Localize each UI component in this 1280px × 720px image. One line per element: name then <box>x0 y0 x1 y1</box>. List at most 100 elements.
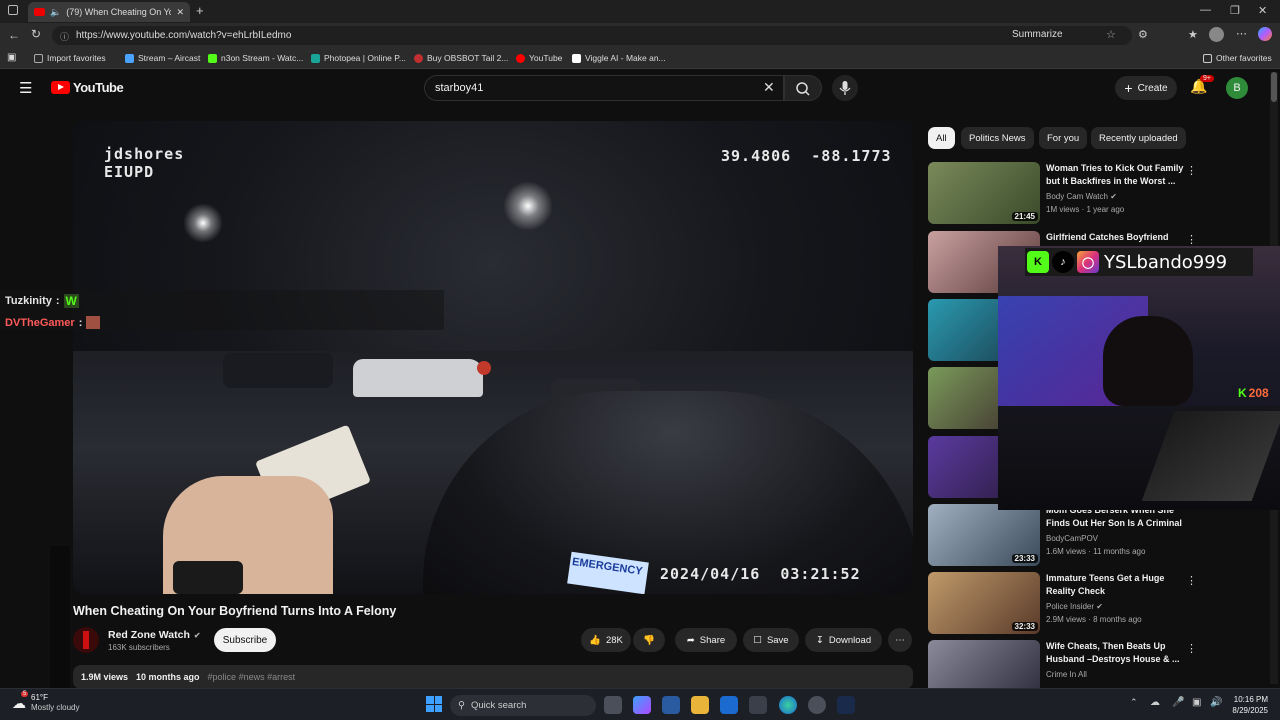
recommended-title[interactable]: Wife Cheats, Then Beats Up Husband –Dest… <box>1046 640 1186 666</box>
chip-all[interactable]: All <box>928 127 955 149</box>
back-icon[interactable]: ← <box>8 28 20 42</box>
favorite-aircast[interactable]: Stream – Aircast <box>125 53 200 63</box>
chip-recently-uploaded[interactable]: Recently uploaded <box>1091 127 1186 149</box>
streetlight-glow <box>503 181 553 231</box>
hashtags[interactable]: #police #news #arrest <box>208 672 296 682</box>
favorite-youtube[interactable]: YouTube <box>516 53 562 63</box>
more-vertical-icon[interactable]: ⋮ <box>1186 642 1197 655</box>
profile-avatar[interactable] <box>1209 27 1224 42</box>
favorite-n3on[interactable]: n3on Stream - Watc... <box>208 53 303 63</box>
more-vertical-icon[interactable]: ⋮ <box>1186 574 1197 587</box>
close-window-icon[interactable]: ✕ <box>1258 4 1267 17</box>
search-input[interactable]: starboy41 ✕ <box>424 75 784 101</box>
favorites-icon[interactable]: ★ <box>1188 28 1198 41</box>
hamburger-menu-icon[interactable]: ☰ <box>19 79 32 97</box>
recommended-meta: 1M views · 1 year ago <box>1046 205 1125 214</box>
app-icon[interactable] <box>749 696 767 714</box>
favorites-bar: ▣ Import favorites Stream – Aircast n3on… <box>0 48 1280 69</box>
share-button[interactable]: ➦ Share <box>675 628 737 652</box>
create-button[interactable]: + Create <box>1115 76 1177 100</box>
onedrive-icon[interactable]: ☁ <box>1150 697 1160 708</box>
voice-search-button[interactable] <box>832 75 858 101</box>
steam-icon[interactable] <box>837 696 855 714</box>
channel-name[interactable]: Red Zone Watch ✔ <box>108 629 201 641</box>
scrollbar-thumb[interactable] <box>1271 72 1277 102</box>
recommended-video[interactable]: 23:33 Mom Goes Berserk When She Finds Ou… <box>928 504 1268 566</box>
recommended-video[interactable]: 21:45 Woman Tries to Kick Out Family but… <box>928 162 1268 224</box>
store-icon[interactable] <box>662 696 680 714</box>
save-button[interactable]: ☐ Save <box>743 628 799 652</box>
recommended-video[interactable]: 32:33 Immature Teens Get a Huge Reality … <box>928 572 1268 634</box>
recommended-title[interactable]: Girlfriend Catches Boyfriend <box>1046 231 1186 244</box>
download-button[interactable]: ↧ Download <box>805 628 882 652</box>
minimize-icon[interactable]: — <box>1200 4 1211 16</box>
task-view-icon[interactable] <box>604 696 622 714</box>
recommended-title[interactable]: Woman Tries to Kick Out Family but It Ba… <box>1046 162 1186 188</box>
more-actions-button[interactable]: ⋯ <box>888 628 912 652</box>
favorite-import[interactable]: Import favorites <box>34 53 106 63</box>
collections-icon[interactable]: ▣ <box>7 52 16 63</box>
tray-chevron-icon[interactable]: ⌃ <box>1130 697 1138 708</box>
volume-icon[interactable]: 🔊 <box>1210 697 1222 708</box>
notifications-button[interactable]: 🔔 9+ <box>1190 75 1214 96</box>
description-box[interactable]: 1.9M views 10 months ago #police #news #… <box>73 665 913 689</box>
recommended-meta: 1.6M views · 11 months ago <box>1046 547 1146 556</box>
clear-search-icon[interactable]: ✕ <box>763 79 775 96</box>
kick-icon: K <box>1027 251 1049 273</box>
maximize-icon[interactable]: ❐ <box>1230 4 1240 17</box>
taskbar-search[interactable]: ⚲ Quick search <box>450 695 596 716</box>
url-field[interactable]: ⓘ https://www.youtube.com/watch?v=ehLrbI… <box>52 26 1132 45</box>
chip-politics-news[interactable]: Politics News <box>961 127 1034 149</box>
outlook-icon[interactable] <box>720 696 738 714</box>
extensions-icon[interactable]: ⚙ <box>1138 28 1148 41</box>
new-tab-icon[interactable]: + <box>196 3 204 18</box>
weather-badge: 5 <box>21 691 29 697</box>
recommended-channel[interactable]: Body Cam Watch ✔ <box>1046 192 1117 201</box>
youtube-icon <box>516 53 525 63</box>
start-button[interactable] <box>426 696 442 712</box>
search-button[interactable] <box>784 75 822 101</box>
more-vertical-icon[interactable]: ⋮ <box>1186 164 1197 177</box>
more-menu-icon[interactable]: ⋯ <box>1236 27 1247 40</box>
chip-for-you[interactable]: For you <box>1039 127 1088 149</box>
network-icon[interactable]: ▣ <box>1192 697 1201 708</box>
dislike-button[interactable]: 👎 <box>633 628 665 652</box>
subscribe-button[interactable]: Subscribe <box>214 628 276 652</box>
windows-taskbar: ☁ 5 61°F Mostly cloudy ⚲ Quick search ⌃ … <box>0 688 1280 720</box>
recommended-channel[interactable]: Police Insider ✔ <box>1046 602 1103 611</box>
video-thumbnail[interactable] <box>928 640 1040 688</box>
recommended-video[interactable]: Wife Cheats, Then Beats Up Husband –Dest… <box>928 640 1268 688</box>
tab-actions-icon[interactable] <box>8 5 18 15</box>
favorite-star-icon[interactable]: ☆ <box>1106 28 1116 41</box>
favorite-obsbot[interactable]: Buy OBSBOT Tail 2... <box>414 53 508 63</box>
other-favorites[interactable]: Other favorites <box>1203 53 1272 63</box>
speaker-icon[interactable]: 🔈 <box>50 7 61 18</box>
recommended-channel[interactable]: BodyCamPOV <box>1046 534 1098 543</box>
clock[interactable]: 10:16 PM 8/29/2025 <box>1222 694 1268 716</box>
copilot-taskbar-icon[interactable] <box>633 696 651 714</box>
refresh-icon[interactable]: ↻ <box>31 27 41 41</box>
recommended-channel[interactable]: Crime In All <box>1046 670 1087 679</box>
obs-icon[interactable] <box>808 696 826 714</box>
favorite-viggle[interactable]: Viggle AI - Make an... <box>572 53 666 63</box>
video-player[interactable]: jdshores EIUPD 39.4806 -88.1773 2024/04/… <box>73 121 913 594</box>
thumbs-down-icon: 👎 <box>643 634 655 646</box>
browser-tab[interactable]: 🔈 (79) When Cheating On You ✕ <box>28 2 190 22</box>
more-vertical-icon[interactable]: ⋮ <box>1186 233 1197 246</box>
summarize-button[interactable]: Summarize <box>1012 29 1063 40</box>
file-explorer-icon[interactable] <box>691 696 709 714</box>
like-button[interactable]: 👍 28K <box>581 628 631 652</box>
bookmark-icon: ☐ <box>753 634 762 646</box>
site-info-icon[interactable]: ⓘ <box>60 30 69 43</box>
mic-tray-icon[interactable]: 🎤 <box>1172 697 1184 708</box>
recommended-title[interactable]: Immature Teens Get a Huge Reality Check <box>1046 572 1186 598</box>
channel-avatar[interactable] <box>73 627 99 653</box>
favorite-photopea[interactable]: Photopea | Online P... <box>311 53 406 63</box>
upload-age: 10 months ago <box>136 672 200 682</box>
weather-widget[interactable]: ☁ 5 61°F Mostly cloudy <box>12 691 79 713</box>
account-avatar[interactable]: B <box>1226 77 1248 99</box>
copilot-icon[interactable] <box>1258 27 1272 41</box>
youtube-logo[interactable]: YouTube <box>51 80 124 95</box>
edge-icon[interactable] <box>779 696 797 714</box>
close-tab-icon[interactable]: ✕ <box>176 7 190 18</box>
